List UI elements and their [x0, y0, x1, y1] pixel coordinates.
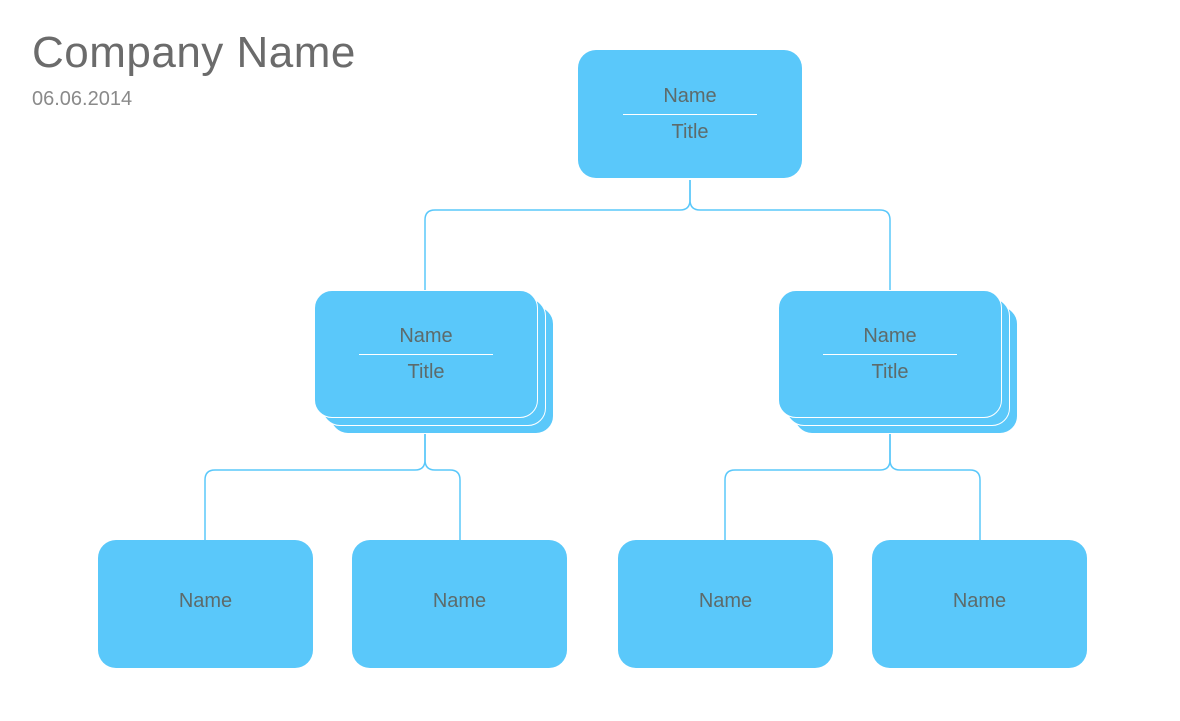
- node-name: Name: [699, 590, 752, 613]
- node-title: Title: [671, 121, 708, 144]
- right-manager-node: Name Title: [778, 290, 1002, 418]
- divider: [623, 114, 757, 115]
- root-node: Name Title: [578, 50, 802, 178]
- leaf-node-2: Name: [352, 540, 567, 668]
- node-name: Name: [863, 325, 916, 348]
- leaf-node-1: Name: [98, 540, 313, 668]
- leaf-node-4: Name: [872, 540, 1087, 668]
- node-name: Name: [953, 590, 1006, 613]
- left-manager-node: Name Title: [314, 290, 538, 418]
- node-name: Name: [399, 325, 452, 348]
- leaf-node-3: Name: [618, 540, 833, 668]
- node-name: Name: [663, 85, 716, 108]
- node-title: Title: [407, 361, 444, 384]
- divider: [359, 354, 492, 355]
- node-name: Name: [433, 590, 486, 613]
- node-name: Name: [179, 590, 232, 613]
- divider: [823, 354, 956, 355]
- org-chart: Name Title Name Title Name Title Name Na…: [0, 0, 1180, 721]
- node-title: Title: [871, 361, 908, 384]
